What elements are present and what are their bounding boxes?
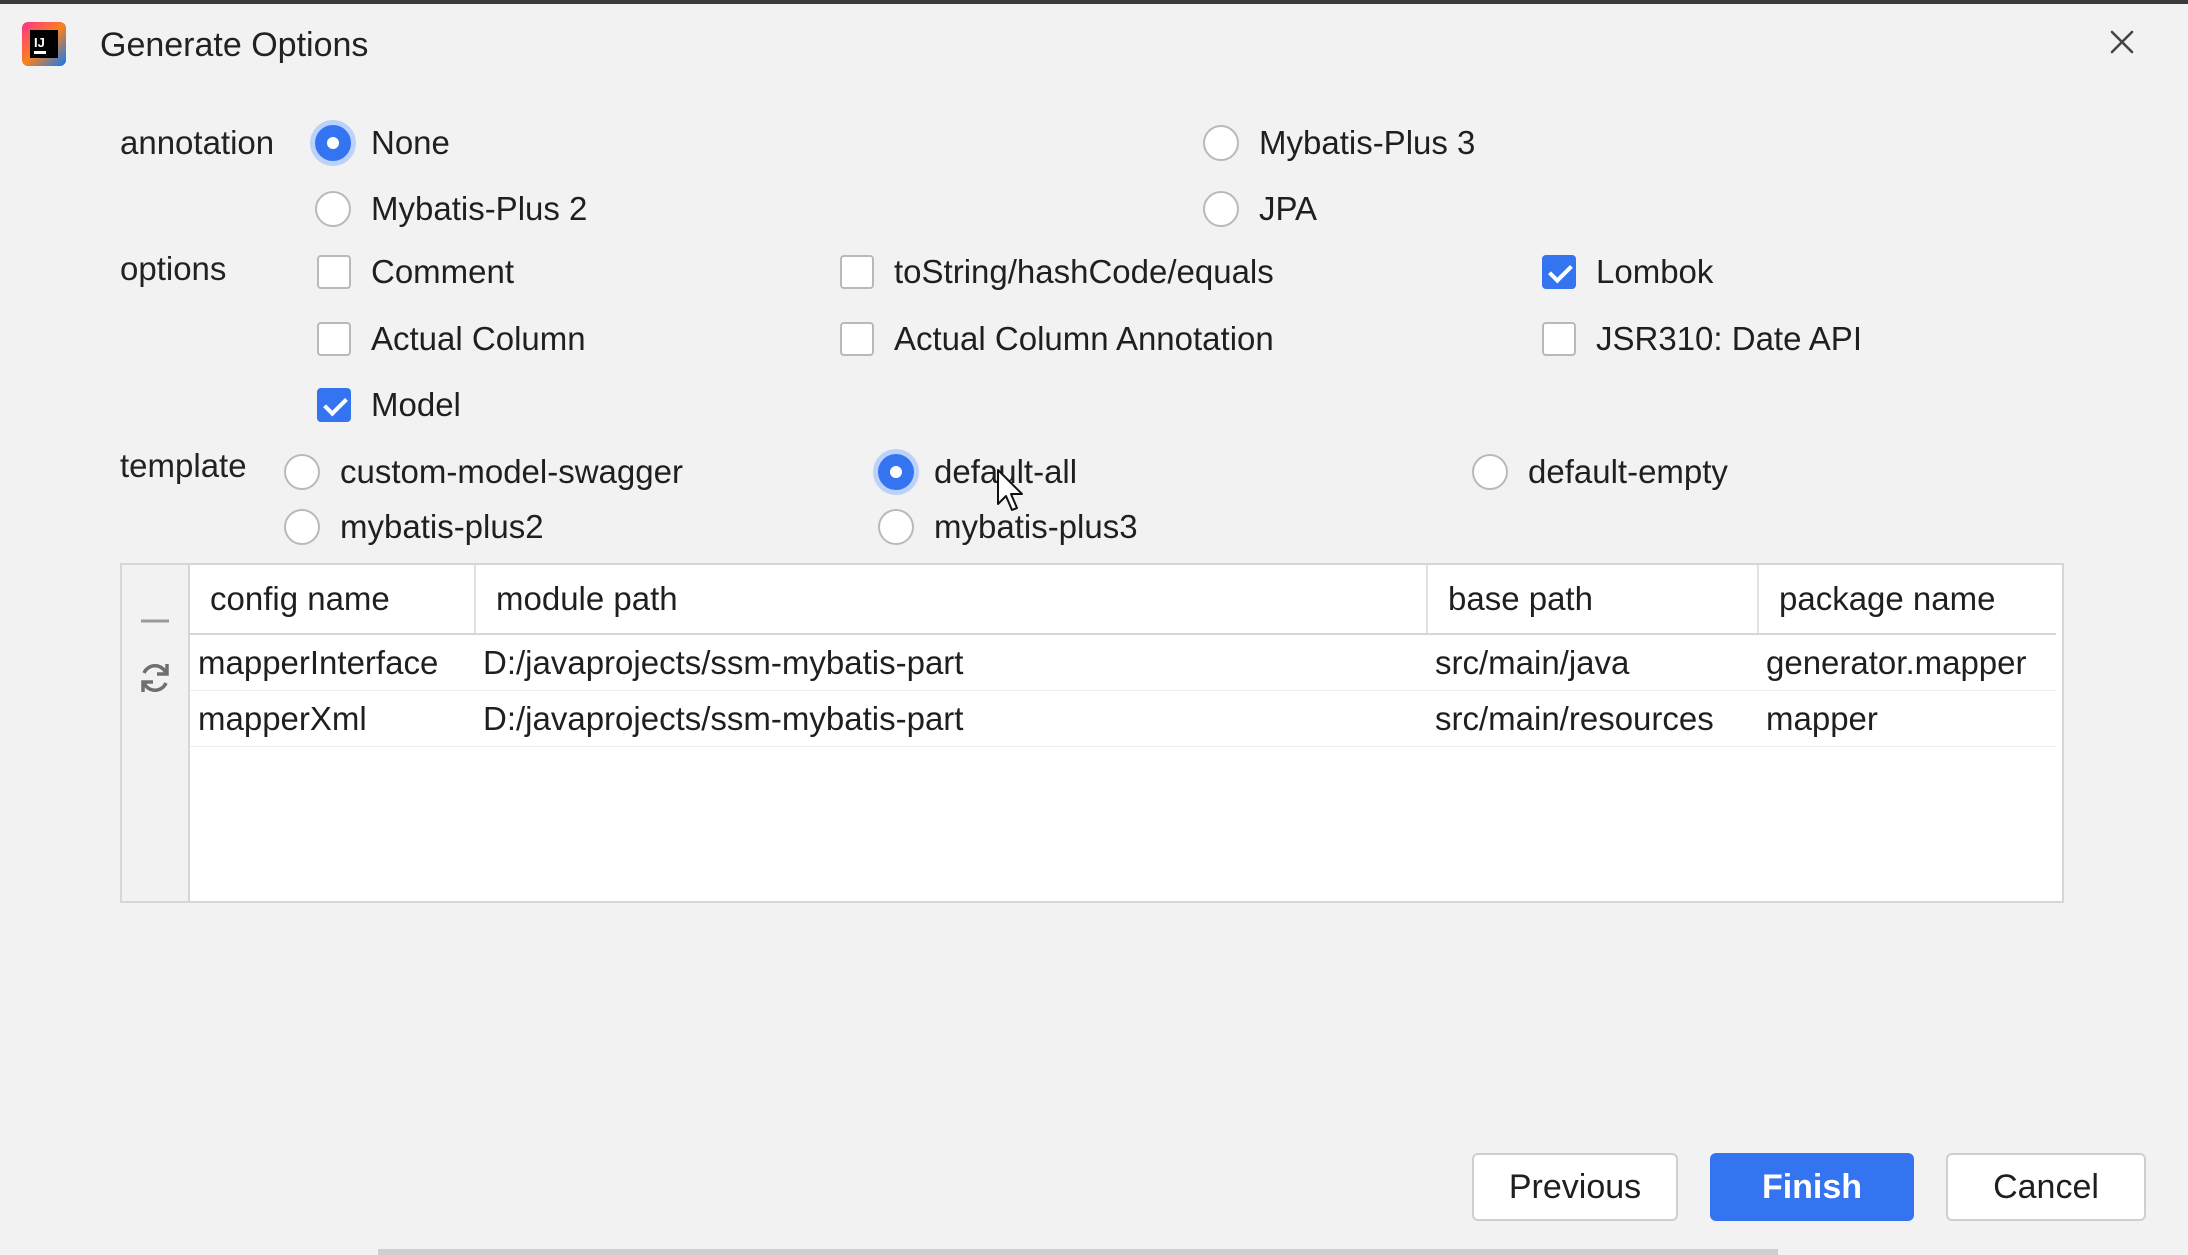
option-model-checkbox[interactable]: Model bbox=[317, 386, 461, 424]
option-tostring-hashcode-equals-checkbox[interactable]: toString/hashCode/equals bbox=[840, 253, 1274, 291]
option-jsr310-date-api-checkbox[interactable]: JSR310: Date API bbox=[1542, 320, 1862, 358]
annotation-radio-jpa[interactable]: JPA bbox=[1203, 190, 1317, 228]
annotation-option-label: Mybatis-Plus 3 bbox=[1259, 124, 1476, 161]
column-header-package-name[interactable]: package name bbox=[1758, 565, 2056, 635]
cell-config-name[interactable]: mapperXml bbox=[190, 690, 475, 747]
radio-icon bbox=[1472, 454, 1508, 490]
option-label: toString/hashCode/equals bbox=[894, 253, 1274, 290]
checkbox-icon bbox=[1542, 322, 1576, 356]
annotation-option-label: JPA bbox=[1259, 190, 1318, 227]
radio-selected-icon bbox=[878, 454, 914, 490]
option-actual-column-checkbox[interactable]: Actual Column bbox=[317, 320, 586, 358]
dialog-title: Generate Options bbox=[100, 26, 369, 64]
checkbox-icon bbox=[840, 322, 874, 356]
cell-base-path[interactable]: src/main/java bbox=[1427, 634, 1758, 691]
template-radio-default-empty[interactable]: default-empty bbox=[1472, 453, 1728, 491]
column-header-config-name[interactable]: config name bbox=[190, 565, 476, 635]
config-grid: config name module path base path packag… bbox=[190, 565, 2056, 747]
cell-module-path[interactable]: D:/javaprojects/ssm-mybatis-part bbox=[475, 690, 1427, 747]
template-label: template bbox=[120, 447, 247, 484]
annotation-radio-none[interactable]: None bbox=[315, 124, 450, 162]
checkbox-checked-icon bbox=[1542, 255, 1576, 289]
radio-icon bbox=[315, 191, 351, 227]
template-option-label: mybatis-plus3 bbox=[934, 508, 1138, 545]
table-header-row: config name module path base path packag… bbox=[190, 565, 2056, 635]
annotation-option-label: Mybatis-Plus 2 bbox=[371, 190, 588, 227]
template-radio-mybatis-plus2[interactable]: mybatis-plus2 bbox=[284, 508, 544, 546]
template-option-label: default-all bbox=[934, 453, 1078, 490]
template-option-label: default-empty bbox=[1528, 453, 1728, 490]
option-label: Comment bbox=[371, 253, 515, 290]
option-label: Model bbox=[371, 386, 461, 423]
radio-icon bbox=[284, 454, 320, 490]
options-label: options bbox=[120, 250, 227, 287]
annotation-label: annotation bbox=[120, 124, 275, 161]
option-label: Actual Column bbox=[371, 320, 586, 357]
checkbox-checked-icon bbox=[317, 388, 351, 422]
cancel-button[interactable]: Cancel bbox=[1946, 1153, 2146, 1221]
intellij-app-icon: IJ bbox=[22, 22, 66, 66]
minus-icon[interactable] bbox=[135, 601, 175, 641]
cell-config-name[interactable]: mapperInterface bbox=[190, 634, 475, 691]
radio-icon bbox=[1203, 191, 1239, 227]
refresh-icon[interactable] bbox=[135, 658, 175, 698]
close-icon[interactable] bbox=[2104, 24, 2140, 60]
table-row[interactable]: mapperInterface D:/javaprojects/ssm-myba… bbox=[190, 634, 2056, 691]
window-top-edge bbox=[0, 0, 2188, 4]
table-toolbar bbox=[122, 565, 190, 901]
cell-module-path[interactable]: D:/javaprojects/ssm-mybatis-part bbox=[475, 634, 1427, 691]
option-label: Lombok bbox=[1596, 253, 1714, 290]
annotation-radio-mybatis-plus-2[interactable]: Mybatis-Plus 2 bbox=[315, 190, 587, 228]
template-option-label: custom-model-swagger bbox=[340, 453, 683, 490]
option-lombok-checkbox[interactable]: Lombok bbox=[1542, 253, 1713, 291]
checkbox-icon bbox=[840, 255, 874, 289]
template-radio-mybatis-plus3[interactable]: mybatis-plus3 bbox=[878, 508, 1138, 546]
column-header-base-path[interactable]: base path bbox=[1427, 565, 1759, 635]
option-label: JSR310: Date API bbox=[1596, 320, 1862, 357]
annotation-option-label: None bbox=[371, 124, 450, 161]
finish-button[interactable]: Finish bbox=[1710, 1153, 1914, 1221]
radio-selected-icon bbox=[315, 125, 351, 161]
svg-text:IJ: IJ bbox=[34, 35, 45, 50]
template-radio-default-all[interactable]: default-all bbox=[878, 453, 1077, 491]
template-option-label: mybatis-plus2 bbox=[340, 508, 544, 545]
previous-button[interactable]: Previous bbox=[1472, 1153, 1678, 1221]
option-actual-column-annotation-checkbox[interactable]: Actual Column Annotation bbox=[840, 320, 1274, 358]
annotation-radio-mybatis-plus-3[interactable]: Mybatis-Plus 3 bbox=[1203, 124, 1475, 162]
cell-base-path[interactable]: src/main/resources bbox=[1427, 690, 1758, 747]
column-header-module-path[interactable]: module path bbox=[475, 565, 1428, 635]
table-row[interactable]: mapperXml D:/javaprojects/ssm-mybatis-pa… bbox=[190, 690, 2056, 747]
cell-package-name[interactable]: generator.mapper bbox=[1758, 634, 2056, 691]
template-radio-custom-model-swagger[interactable]: custom-model-swagger bbox=[284, 453, 683, 491]
config-table: config name module path base path packag… bbox=[120, 563, 2064, 903]
radio-icon bbox=[878, 509, 914, 545]
checkbox-icon bbox=[317, 255, 351, 289]
checkbox-icon bbox=[317, 322, 351, 356]
option-comment-checkbox[interactable]: Comment bbox=[317, 253, 514, 291]
radio-icon bbox=[1203, 125, 1239, 161]
option-label: Actual Column Annotation bbox=[894, 320, 1274, 357]
cell-package-name[interactable]: mapper bbox=[1758, 690, 2056, 747]
horizontal-scrollbar[interactable] bbox=[378, 1249, 1778, 1255]
radio-icon bbox=[284, 509, 320, 545]
